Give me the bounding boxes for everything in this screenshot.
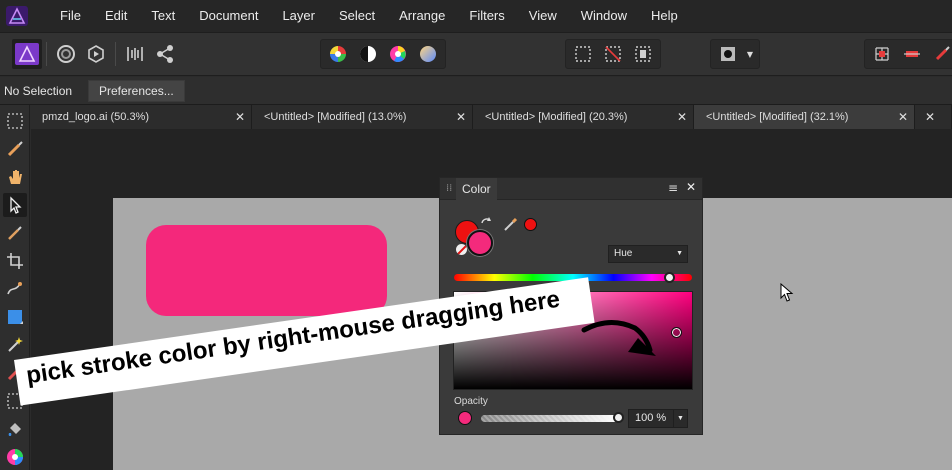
rounded-rectangle-shape[interactable] (146, 225, 387, 316)
menu-document[interactable]: Document (187, 0, 270, 32)
opacity-color-swatch (458, 411, 472, 425)
menu-edit[interactable]: Edit (93, 0, 139, 32)
chevron-down-icon[interactable]: ▼ (673, 410, 687, 427)
menu-help[interactable]: Help (639, 0, 690, 32)
fill-tool-icon[interactable] (3, 417, 27, 441)
menu-text[interactable]: Text (139, 0, 187, 32)
designer-persona-icon[interactable] (12, 39, 42, 69)
share-icon[interactable] (150, 39, 180, 69)
opacity-value: 100 % (635, 412, 667, 424)
close-icon[interactable]: ✕ (456, 105, 466, 129)
context-toolbar: No Selection Preferences... (0, 77, 952, 105)
menu-bar: File Edit Text Document Layer Select Arr… (0, 0, 952, 32)
magic-wand-tool-icon[interactable] (3, 333, 27, 357)
snap-grid-icon[interactable] (867, 39, 897, 69)
contrast-icon[interactable] (353, 39, 383, 69)
toolbar-separator (46, 42, 47, 66)
tab-document[interactable]: <Untitled> [Modified] (13.0%) ✕ (252, 105, 473, 129)
main-toolbar: ▼ (0, 32, 952, 76)
menu-file[interactable]: File (48, 0, 93, 32)
close-icon[interactable]: ✕ (898, 105, 908, 129)
panel-tab-color[interactable]: Color (456, 178, 497, 200)
menu-layer[interactable]: Layer (270, 0, 327, 32)
opacity-label: Opacity (454, 396, 488, 407)
color-wheel-icon[interactable] (323, 39, 353, 69)
pen-icon[interactable] (927, 39, 952, 69)
menu-view[interactable]: View (517, 0, 569, 32)
invert-selection-icon[interactable] (628, 39, 658, 69)
brush-tool-icon[interactable] (3, 137, 27, 161)
tab-label: pmzd_logo.ai (50.3%) (42, 111, 150, 123)
crop-tool-icon[interactable] (3, 249, 27, 273)
tools-panel (0, 105, 30, 470)
menu-select[interactable]: Select (327, 0, 387, 32)
selection-tools-group (565, 39, 661, 69)
swap-colors-icon[interactable] (479, 215, 493, 234)
menu-filters[interactable]: Filters (457, 0, 516, 32)
menu-arrange[interactable]: Arrange (387, 0, 457, 32)
tab-label: <Untitled> [Modified] (32.1%) (706, 111, 849, 123)
document-tabs: pmzd_logo.ai (50.3%) ✕ <Untitled> [Modif… (30, 105, 952, 129)
marquee-tool-icon[interactable] (3, 109, 27, 133)
no-color-icon[interactable] (456, 244, 467, 255)
snapping-tools-group (864, 39, 952, 69)
toolbar-separator (115, 42, 116, 66)
pixel-persona-icon[interactable] (51, 39, 81, 69)
tab-label: <Untitled> [Modified] (20.3%) (485, 111, 628, 123)
menu-window[interactable]: Window (569, 0, 639, 32)
mouse-cursor-icon (780, 282, 794, 307)
preferences-button[interactable]: Preferences... (88, 79, 185, 102)
snap-move-icon[interactable] (897, 39, 927, 69)
panel-menu-icon[interactable]: ≡ (668, 181, 678, 195)
hand-tool-icon[interactable] (3, 165, 27, 189)
tab-document[interactable]: ✕ (915, 105, 952, 129)
tab-document-active[interactable]: <Untitled> [Modified] (32.1%) ✕ (694, 105, 915, 129)
tab-document[interactable]: <Untitled> [Modified] (20.3%) ✕ (473, 105, 694, 129)
shape-tool-icon[interactable] (3, 305, 27, 329)
pen-tool-icon[interactable] (3, 221, 27, 245)
insertion-tools-group: ▼ (710, 39, 760, 69)
hue-slider-handle[interactable] (664, 272, 675, 283)
annotation-arrow-icon (580, 312, 660, 366)
move-tool-icon[interactable] (3, 193, 27, 217)
ruler-snap-icon[interactable] (120, 39, 150, 69)
marquee-icon[interactable] (568, 39, 598, 69)
export-persona-icon[interactable] (81, 39, 111, 69)
opacity-slider[interactable] (481, 415, 618, 422)
no-select-icon[interactable] (598, 39, 628, 69)
chevron-down-icon[interactable]: ▼ (743, 50, 757, 59)
close-icon[interactable]: ✕ (235, 105, 245, 129)
chevron-down-icon: ▼ (676, 250, 683, 257)
picked-color-swatch[interactable] (524, 218, 537, 231)
eyedropper-icon[interactable] (503, 216, 519, 236)
opacity-slider-handle[interactable] (613, 412, 624, 423)
close-icon[interactable]: ✕ (677, 105, 687, 129)
gradient-icon[interactable] (413, 39, 443, 69)
opacity-input[interactable]: 100 % ▼ (628, 409, 688, 428)
color-picker-handle[interactable] (671, 327, 682, 338)
hue-wheel-icon[interactable] (383, 39, 413, 69)
color-model-value: Hue (614, 248, 633, 259)
close-icon[interactable]: ✕ (925, 105, 935, 129)
grip-icon[interactable]: ⁞⁞ (446, 183, 452, 194)
color-tools-group (320, 39, 446, 69)
vector-brush-tool-icon[interactable] (3, 277, 27, 301)
insert-target-icon[interactable] (713, 39, 743, 69)
affinity-designer-logo-icon (6, 6, 28, 26)
panel-header: ⁞⁞ Color ≡ ✕ (440, 178, 702, 200)
tab-label: <Untitled> [Modified] (13.0%) (264, 111, 407, 123)
tab-document[interactable]: pmzd_logo.ai (50.3%) ✕ (30, 105, 252, 129)
color-model-select[interactable]: Hue ▼ (608, 245, 688, 263)
close-icon[interactable]: ✕ (686, 180, 696, 194)
color-picker-tool-icon[interactable] (3, 445, 27, 469)
selection-status: No Selection (4, 83, 73, 98)
